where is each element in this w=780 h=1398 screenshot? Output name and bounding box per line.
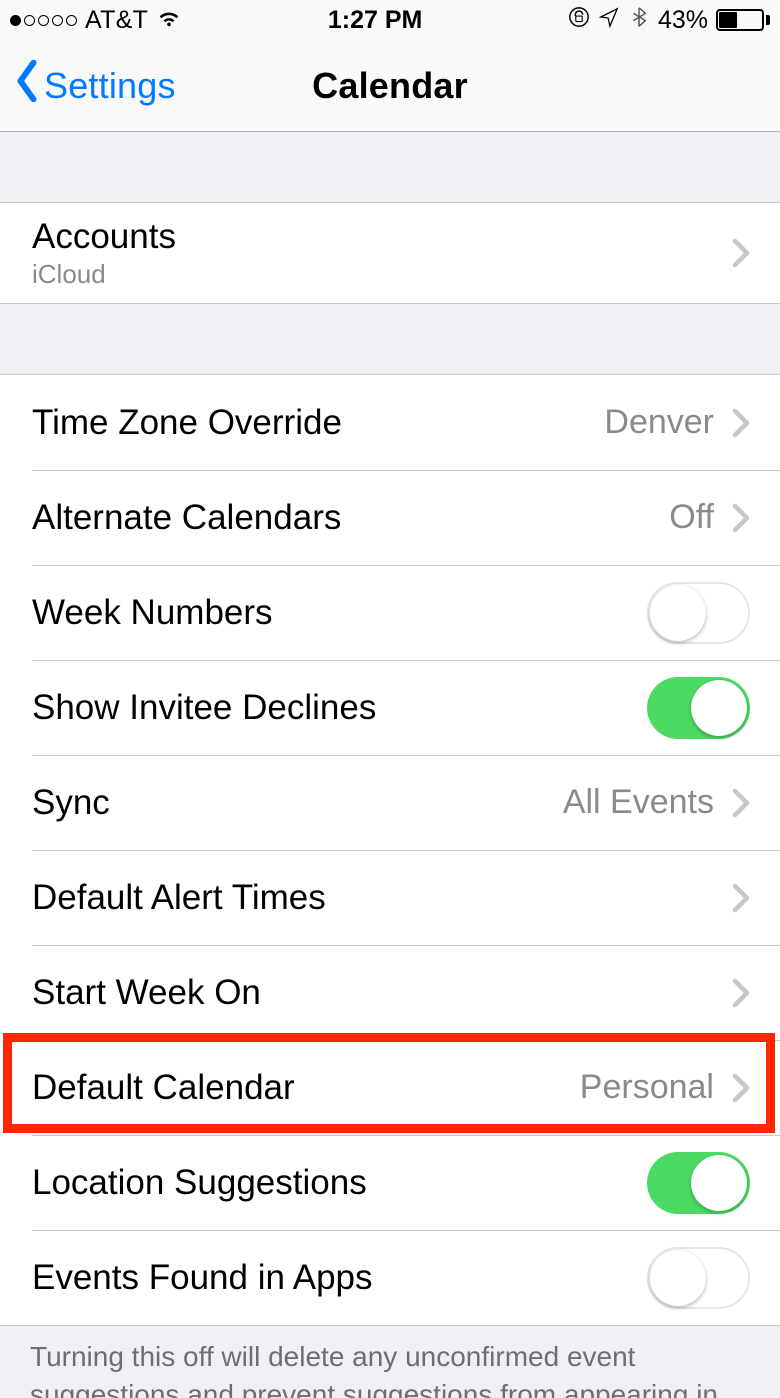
- battery-percentage: 43%: [658, 6, 708, 35]
- chevron-left-icon: [14, 60, 40, 111]
- cell-sublabel: iCloud: [32, 259, 714, 290]
- toggle-week-numbers[interactable]: [647, 582, 750, 644]
- group-spacer: [0, 304, 780, 374]
- toggle-location-suggestions[interactable]: [647, 1152, 750, 1214]
- cell-value: Personal: [580, 1068, 714, 1107]
- group-footer-text: Turning this off will delete any unconfi…: [0, 1326, 780, 1398]
- cell-label: Default Calendar: [32, 1068, 580, 1108]
- settings-group-accounts: Accounts iCloud: [0, 202, 780, 304]
- cell-value: Denver: [604, 403, 714, 442]
- cell-week-numbers: Week Numbers: [0, 565, 780, 660]
- cell-label: Show Invitee Declines: [32, 688, 647, 728]
- cell-show-invitee-declines: Show Invitee Declines: [0, 660, 780, 755]
- cell-location-suggestions: Location Suggestions: [0, 1135, 780, 1230]
- cell-label: Alternate Calendars: [32, 498, 669, 538]
- cell-label: Default Alert Times: [32, 878, 714, 918]
- battery-icon: [716, 9, 770, 31]
- wifi-icon: [156, 6, 182, 34]
- toggle-events-found-in-apps[interactable]: [647, 1247, 750, 1309]
- chevron-right-icon: [732, 883, 750, 913]
- cell-time-zone-override[interactable]: Time Zone Override Denver: [0, 375, 780, 470]
- cell-default-calendar[interactable]: Default Calendar Personal: [0, 1040, 780, 1135]
- carrier-label: AT&T: [85, 6, 148, 35]
- cell-label: Events Found in Apps: [32, 1258, 647, 1298]
- clock: 1:27 PM: [328, 6, 422, 35]
- cell-label: Sync: [32, 783, 563, 823]
- chevron-right-icon: [732, 978, 750, 1008]
- cell-label: Week Numbers: [32, 593, 647, 633]
- cell-value: All Events: [563, 783, 714, 822]
- cell-sync[interactable]: Sync All Events: [0, 755, 780, 850]
- back-label: Settings: [44, 65, 176, 107]
- cell-label: Location Suggestions: [32, 1163, 647, 1203]
- chevron-right-icon: [732, 1073, 750, 1103]
- location-icon: [598, 6, 620, 35]
- chevron-right-icon: [732, 408, 750, 438]
- chevron-right-icon: [732, 788, 750, 818]
- cell-value: Off: [669, 498, 714, 537]
- cell-label: Start Week On: [32, 973, 714, 1013]
- settings-group-main: Time Zone Override Denver Alternate Cale…: [0, 374, 780, 1326]
- cell-accounts[interactable]: Accounts iCloud: [0, 203, 780, 303]
- status-left: AT&T: [10, 6, 182, 35]
- chevron-right-icon: [732, 238, 750, 268]
- back-button[interactable]: Settings: [0, 60, 176, 111]
- chevron-right-icon: [732, 503, 750, 533]
- orientation-lock-icon: [568, 6, 590, 35]
- cell-start-week-on[interactable]: Start Week On: [0, 945, 780, 1040]
- group-spacer: [0, 132, 780, 202]
- signal-strength-icon: [10, 15, 77, 26]
- cell-label: Time Zone Override: [32, 403, 604, 443]
- cell-alternate-calendars[interactable]: Alternate Calendars Off: [0, 470, 780, 565]
- cell-default-alert-times[interactable]: Default Alert Times: [0, 850, 780, 945]
- status-right: 43%: [568, 6, 770, 35]
- status-bar: AT&T 1:27 PM 43%: [0, 0, 780, 40]
- bluetooth-icon: [628, 6, 650, 35]
- cell-events-found-in-apps: Events Found in Apps: [0, 1230, 780, 1325]
- nav-bar: Settings Calendar: [0, 40, 780, 132]
- toggle-show-invitee-declines[interactable]: [647, 677, 750, 739]
- cell-label: Accounts: [32, 217, 714, 257]
